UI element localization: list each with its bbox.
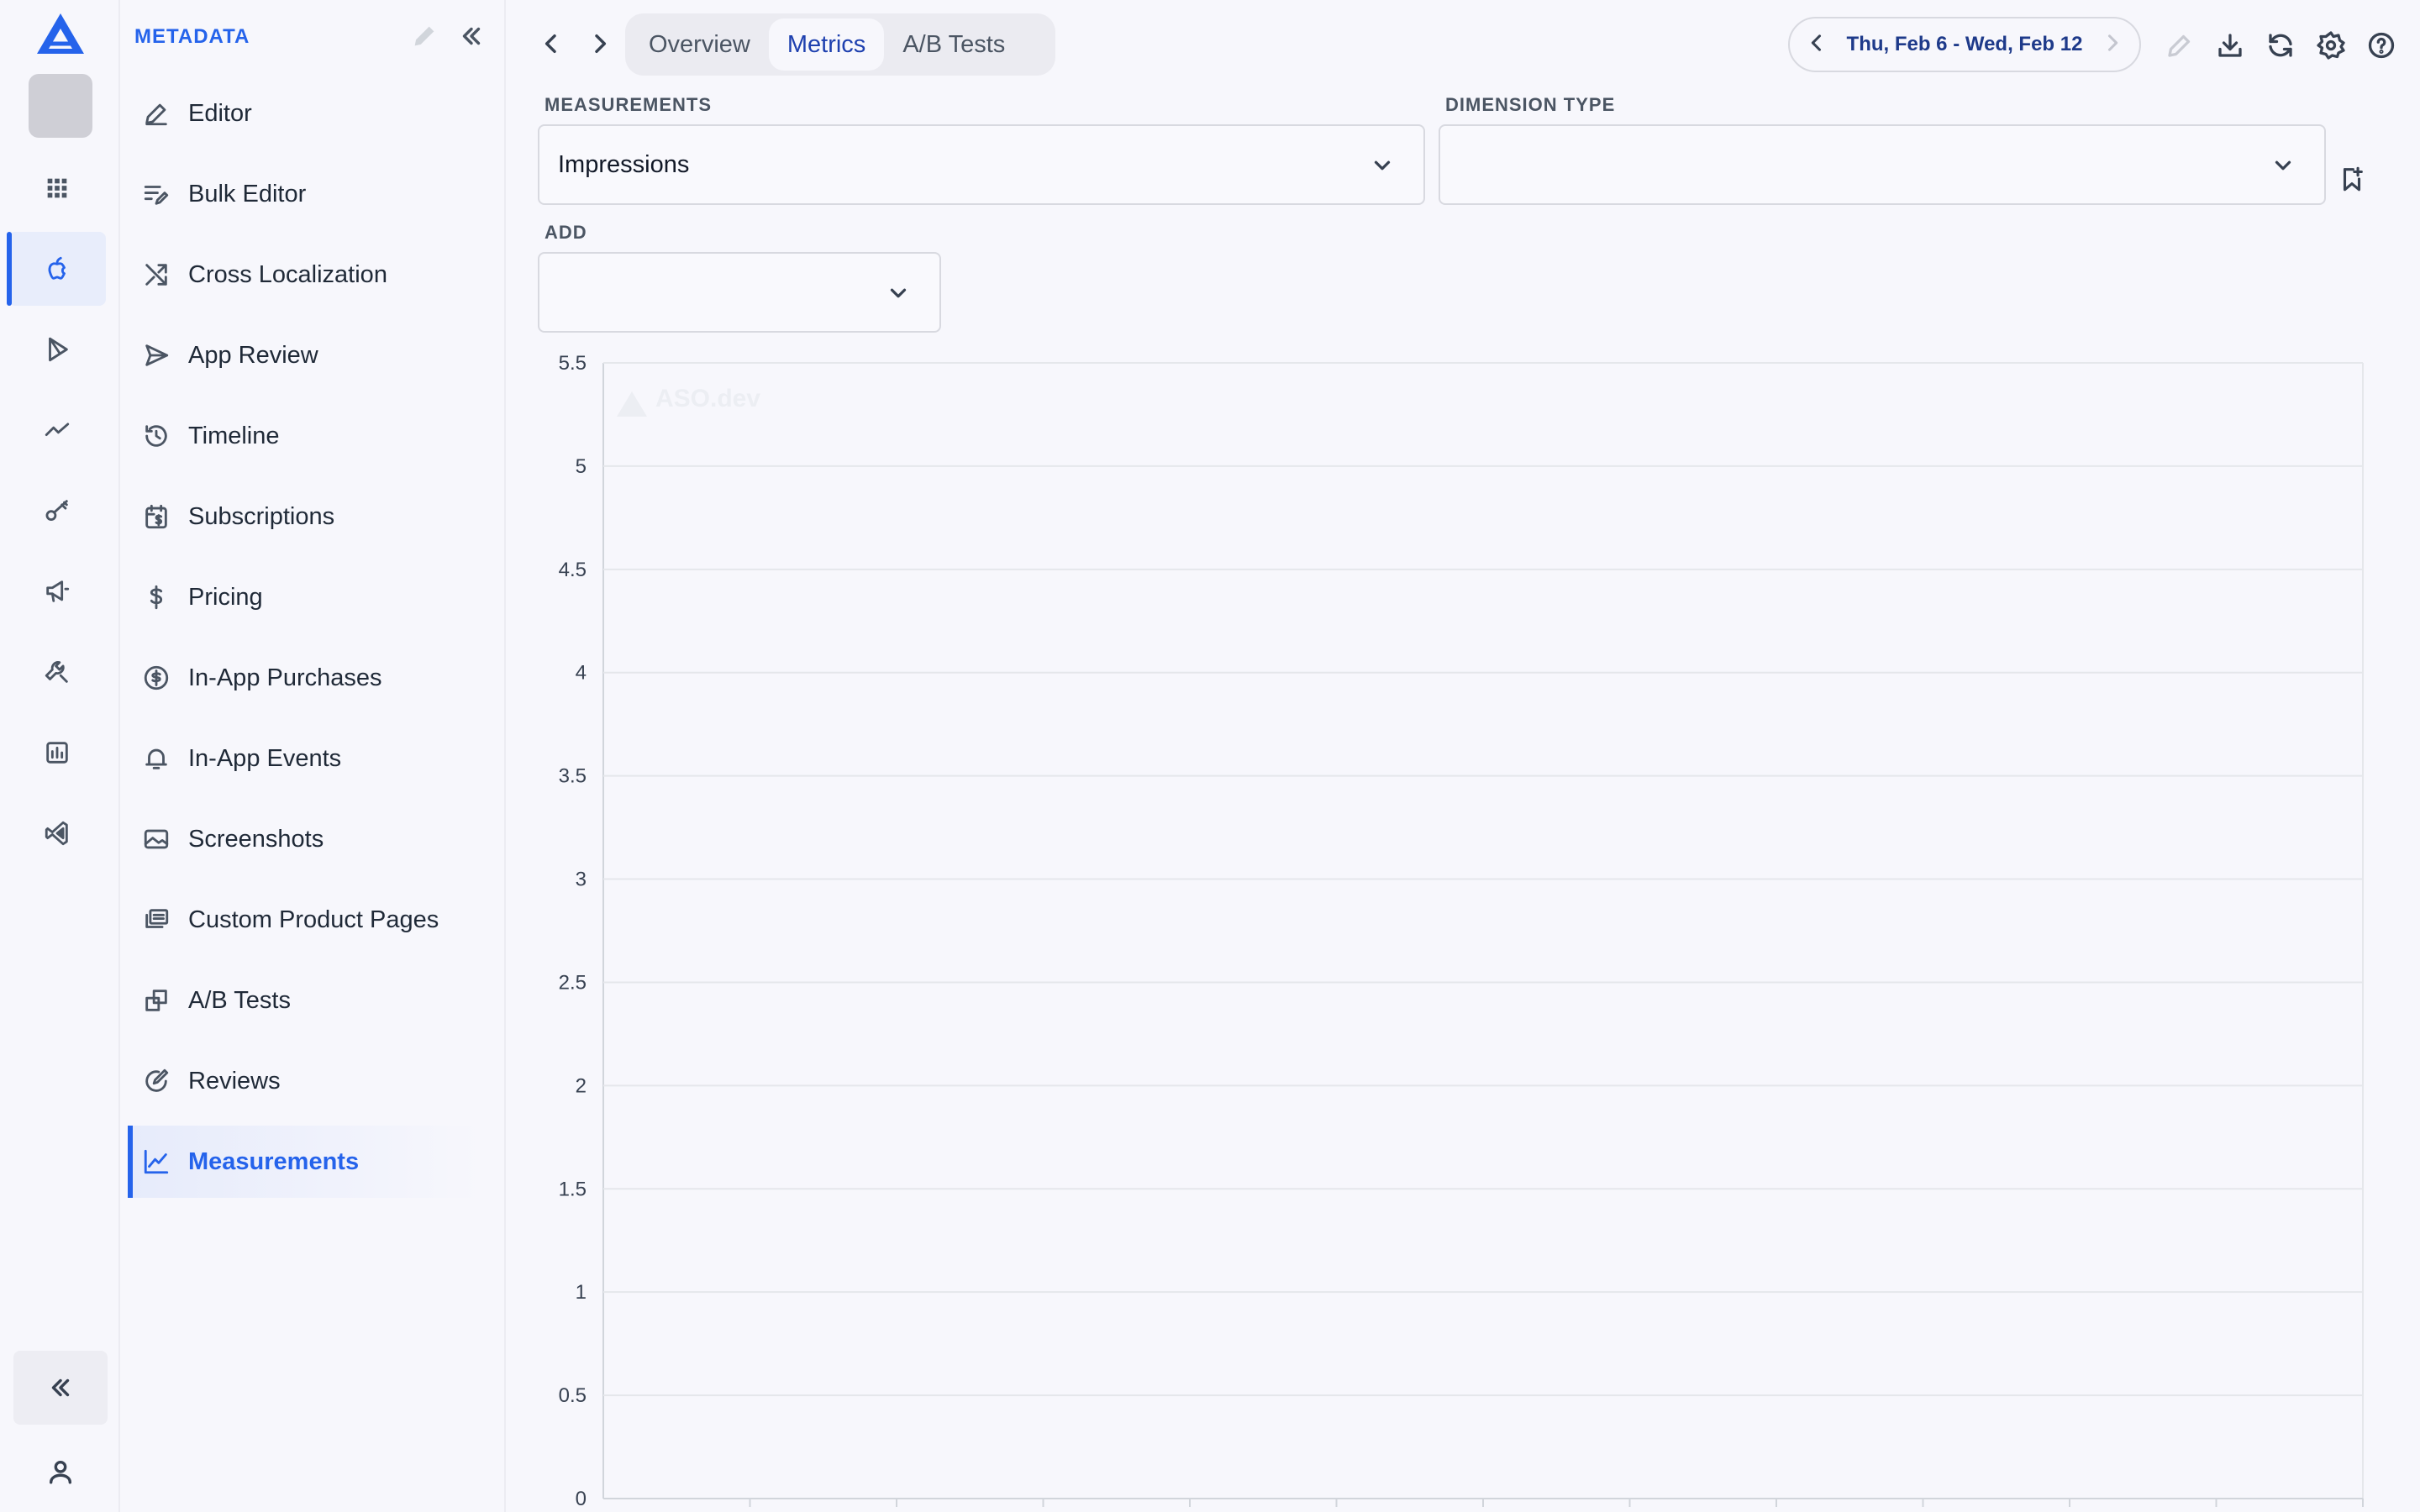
ab-icon xyxy=(145,990,167,1011)
play-store-icon xyxy=(49,337,68,362)
y-tick-label: 0 xyxy=(576,1488,587,1510)
rail-analytics[interactable] xyxy=(8,393,106,467)
sidebar-item-reviews[interactable]: Reviews xyxy=(128,1045,481,1117)
rail-tools[interactable] xyxy=(8,635,106,709)
sidebar-item-measurements[interactable]: Measurements xyxy=(128,1126,481,1198)
trend-icon xyxy=(45,423,70,437)
rail-collapse-button[interactable] xyxy=(13,1351,108,1425)
y-tick-label: 2.5 xyxy=(559,971,587,994)
sidebar-item-screenshots[interactable]: Screenshots xyxy=(128,803,481,875)
calendar-dollar-icon xyxy=(145,504,167,529)
pencil-icon xyxy=(145,103,167,126)
sidebar-item-label: Reviews xyxy=(188,1067,281,1095)
y-tick-label: 1 xyxy=(576,1281,587,1304)
rail-campaigns[interactable] xyxy=(8,554,106,628)
image-icon xyxy=(144,829,169,849)
sidebar-item-custom-product-pages[interactable]: Custom Product Pages xyxy=(128,884,481,956)
icon-rail xyxy=(0,0,120,1512)
y-tick-label: 4 xyxy=(576,662,587,685)
sidebar-header: METADATA xyxy=(134,20,487,54)
shuffle-icon xyxy=(145,264,167,286)
sidebar-item-subscriptions[interactable]: Subscriptions xyxy=(128,480,481,553)
sidebar-item-ab-tests[interactable]: A/B Tests xyxy=(128,964,481,1037)
sidebar-item-label: Measurements xyxy=(188,1147,360,1175)
sidebar-item-bulk-editor[interactable]: Bulk Editor xyxy=(128,158,481,230)
report-icon xyxy=(46,742,68,764)
y-tick-label: 5.5 xyxy=(559,352,587,375)
send-icon xyxy=(145,344,169,366)
sidebar-item-label: Subscriptions xyxy=(188,502,335,530)
y-tick-label: 1.5 xyxy=(559,1178,587,1200)
aso-logo-icon[interactable] xyxy=(34,10,87,57)
vscode-icon xyxy=(45,821,68,846)
coin-icon xyxy=(144,665,169,690)
y-tick-label: 2 xyxy=(576,1074,587,1097)
metadata-sidebar: METADATA Editor Bulk Editor Cross Locali… xyxy=(120,0,506,1512)
sidebar-item-label: App Review xyxy=(188,341,318,369)
sidebar-title: METADATA xyxy=(134,25,250,48)
app-avatar[interactable] xyxy=(29,74,92,138)
y-tick-label: 3.5 xyxy=(559,765,587,788)
sidebar-item-editor[interactable]: Editor xyxy=(128,77,481,150)
watermark-logo-icon xyxy=(617,391,647,417)
sidebar-item-label: Screenshots xyxy=(188,825,324,853)
chart-line-icon xyxy=(144,1149,169,1174)
sidebar-item-label: Cross Localization xyxy=(188,260,387,288)
rail-reports[interactable] xyxy=(8,716,106,790)
sidebar-item-in-app-purchases[interactable]: In-App Purchases xyxy=(128,642,481,714)
y-tick-label: 5 xyxy=(576,455,587,478)
rail-grid[interactable] xyxy=(8,151,106,225)
megaphone-icon xyxy=(46,580,70,602)
y-tick-label: 0.5 xyxy=(559,1384,587,1407)
sidebar-item-label: Timeline xyxy=(188,422,280,449)
sidebar-collapse-button[interactable] xyxy=(457,22,487,52)
chevrons-left-icon xyxy=(51,1378,70,1397)
rail-keywords[interactable] xyxy=(8,474,106,548)
sidebar-item-in-app-events[interactable]: In-App Events xyxy=(128,722,481,795)
sidebar-item-label: Bulk Editor xyxy=(188,180,307,207)
rail-app-store[interactable] xyxy=(7,232,106,306)
history-icon xyxy=(145,425,167,447)
chart-svg: 0 0.5 1 1.5 2 2.5 3 3.5 4 4.5 5 5.5 ASO.dev xyxy=(559,352,2364,1510)
grid-icon xyxy=(47,178,67,198)
watermark-text: ASO.dev xyxy=(655,385,760,412)
sidebar-item-label: In-App Events xyxy=(188,744,342,772)
bell-icon xyxy=(145,748,167,769)
user-account-button[interactable] xyxy=(34,1445,87,1499)
metrics-chart: 0 0.5 1 1.5 2 2.5 3 3.5 4 4.5 5 5.5 ASO.dev xyxy=(506,0,2420,1512)
sidebar-item-label: Pricing xyxy=(188,583,263,611)
rail-vscode[interactable] xyxy=(8,796,106,870)
stack-icon xyxy=(145,909,169,928)
sidebar-item-app-review[interactable]: App Review xyxy=(128,319,481,391)
dollar-icon xyxy=(150,585,163,610)
y-tick-label: 4.5 xyxy=(559,559,587,581)
tools-icon xyxy=(45,661,68,683)
user-icon xyxy=(49,1460,72,1484)
sidebar-item-timeline[interactable]: Timeline xyxy=(128,400,481,472)
sidebar-item-label: In-App Purchases xyxy=(188,664,382,691)
sidebar-item-label: A/B Tests xyxy=(188,986,291,1014)
main-content: Overview Metrics A/B Tests Thu, Feb 6 - … xyxy=(506,0,2420,1512)
chevrons-left-icon xyxy=(462,27,481,45)
bulk-edit-icon xyxy=(144,186,169,205)
sidebar-item-label: Editor xyxy=(188,99,252,127)
apple-icon xyxy=(48,256,66,280)
sidebar-item-label: Custom Product Pages xyxy=(188,906,439,933)
edit-icon[interactable] xyxy=(410,22,439,50)
sidebar-item-cross-localization[interactable]: Cross Localization xyxy=(128,239,481,311)
review-icon xyxy=(145,1068,169,1092)
y-tick-label: 3 xyxy=(576,869,587,891)
rail-google-play[interactable] xyxy=(8,312,106,386)
key-icon xyxy=(45,500,68,522)
sidebar-item-pricing[interactable]: Pricing xyxy=(128,561,481,633)
